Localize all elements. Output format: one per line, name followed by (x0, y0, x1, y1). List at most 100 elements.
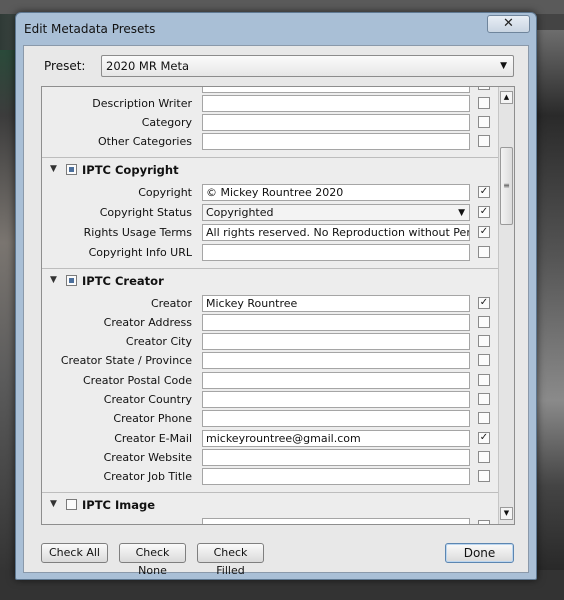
disclosure-triangle-icon[interactable]: ▼ (50, 275, 57, 285)
row-checkbox[interactable]: ✓ (478, 206, 490, 218)
check-filled-button[interactable]: Check Filled (197, 543, 264, 577)
section-iptc-copyright: ▼ IPTC Copyright (42, 157, 498, 181)
title-bar[interactable]: Edit Metadata Presets ✕ (16, 13, 536, 45)
section-title: IPTC Image (82, 498, 156, 512)
field-label: Creator Country (103, 393, 192, 406)
category-field[interactable] (202, 114, 470, 131)
row-checkbox[interactable] (478, 116, 490, 128)
creator-job-title-field[interactable] (202, 468, 470, 485)
metadata-row: Creator Job Title (42, 467, 498, 487)
partial-checkbox[interactable] (478, 520, 490, 524)
close-button[interactable]: ✕ (487, 15, 530, 33)
dialog-title: Edit Metadata Presets (24, 22, 156, 36)
metadata-row: Creator City (42, 332, 498, 352)
field-label: Other Categories (97, 135, 192, 148)
metadata-row: Other Categories (42, 132, 498, 152)
copyright-status-value: Copyrighted (206, 206, 274, 219)
row-checkbox[interactable] (478, 97, 490, 109)
field-label: Creator Postal Code (82, 374, 192, 387)
other-categories-field[interactable] (202, 133, 470, 150)
field-label: Creator City (125, 335, 192, 348)
preset-select[interactable]: 2020 MR Meta ▼ (101, 55, 514, 77)
row-checkbox[interactable] (478, 412, 490, 424)
field-label: Creator Job Title (103, 470, 192, 483)
scroll-thumb[interactable]: ≡ (500, 147, 513, 225)
metadata-row: Creator Website (42, 448, 498, 468)
field-label: Creator State / Province (60, 354, 192, 367)
partial-checkbox[interactable] (478, 87, 490, 90)
field-label: Copyright Info URL (88, 246, 192, 259)
metadata-row: Copyright Info URL (42, 243, 498, 263)
metadata-row: Rights Usage Terms All rights reserved. … (42, 223, 498, 243)
field-label: Copyright (138, 186, 192, 199)
field-label: Copyright Status (99, 206, 192, 219)
metadata-row: Creator Address (42, 313, 498, 333)
row-checkbox[interactable] (478, 335, 490, 347)
metadata-row: Creator E-Mail mickeyrountree@gmail.com … (42, 429, 498, 449)
metadata-row: Creator State / Province (42, 351, 498, 371)
check-all-button[interactable]: Check All (41, 543, 108, 563)
row-checkbox[interactable]: ✓ (478, 432, 490, 444)
field-label: Category (141, 116, 192, 129)
metadata-row: Creator Postal Code (42, 371, 498, 391)
chevron-down-icon: ▼ (500, 61, 507, 71)
disclosure-triangle-icon[interactable]: ▼ (50, 499, 57, 509)
description-writer-field[interactable] (202, 95, 470, 112)
row-checkbox[interactable] (478, 135, 490, 147)
metadata-row: Description Writer (42, 94, 498, 114)
section-checkbox[interactable] (66, 164, 77, 175)
creator-phone-field[interactable] (202, 410, 470, 427)
row-checkbox[interactable] (478, 393, 490, 405)
section-checkbox[interactable] (66, 275, 77, 286)
metadata-row: Category (42, 113, 498, 133)
row-checkbox[interactable]: ✓ (478, 186, 490, 198)
row-checkbox[interactable] (478, 451, 490, 463)
section-title: IPTC Copyright (82, 163, 179, 177)
row-checkbox[interactable] (478, 470, 490, 482)
row-checkbox[interactable]: ✓ (478, 226, 490, 238)
chevron-down-icon: ▼ (458, 208, 465, 218)
metadata-row: Creator Mickey Rountree ✓ (42, 294, 498, 314)
disclosure-triangle-icon[interactable]: ▼ (50, 164, 57, 174)
field-label: Creator Phone (113, 412, 192, 425)
field-label: Creator Address (103, 316, 192, 329)
copyright-field[interactable]: © Mickey Rountree 2020 (202, 184, 470, 201)
section-title: IPTC Creator (82, 274, 164, 288)
copyright-info-url-field[interactable] (202, 244, 470, 261)
rights-usage-terms-field[interactable]: All rights reserved. No Reproduction wit… (202, 224, 470, 241)
partial-field[interactable] (202, 87, 470, 93)
preset-label: Preset: (44, 59, 86, 73)
metadata-fields-panel[interactable]: Description Writer Category Other Catego… (41, 86, 515, 525)
field-label: Description Writer (92, 97, 192, 110)
creator-email-field[interactable]: mickeyrountree@gmail.com (202, 430, 470, 447)
partial-field[interactable] (202, 518, 470, 524)
row-checkbox[interactable] (478, 374, 490, 386)
copyright-status-select[interactable]: Copyrighted ▼ (202, 204, 470, 221)
creator-postal-code-field[interactable] (202, 372, 470, 389)
scroll-up-icon[interactable]: ▲ (500, 91, 513, 104)
field-label: Creator Website (103, 451, 192, 464)
row-checkbox[interactable] (478, 316, 490, 328)
creator-country-field[interactable] (202, 391, 470, 408)
creator-city-field[interactable] (202, 333, 470, 350)
creator-field[interactable]: Mickey Rountree (202, 295, 470, 312)
row-checkbox[interactable] (478, 246, 490, 258)
row-checkbox[interactable] (478, 354, 490, 366)
creator-address-field[interactable] (202, 314, 470, 331)
scroll-down-icon[interactable]: ▼ (500, 507, 513, 520)
done-button[interactable]: Done (445, 543, 514, 563)
creator-state-field[interactable] (202, 352, 470, 369)
background-photo-right (534, 30, 564, 600)
vertical-scrollbar[interactable]: ▲ ≡ ▼ (498, 87, 514, 524)
section-iptc-image: ▼ IPTC Image (42, 492, 498, 516)
metadata-row: Creator Country (42, 390, 498, 410)
metadata-row: Copyright © Mickey Rountree 2020 ✓ (42, 183, 498, 203)
creator-website-field[interactable] (202, 449, 470, 466)
row-checkbox[interactable]: ✓ (478, 297, 490, 309)
edit-metadata-presets-dialog: Edit Metadata Presets ✕ Preset: 2020 MR … (15, 12, 537, 580)
section-iptc-creator: ▼ IPTC Creator (42, 268, 498, 292)
dialog-body: Preset: 2020 MR Meta ▼ Description Write… (23, 45, 529, 577)
section-checkbox[interactable] (66, 499, 77, 510)
field-label: Creator E-Mail (114, 432, 192, 445)
check-none-button[interactable]: Check None (119, 543, 186, 577)
